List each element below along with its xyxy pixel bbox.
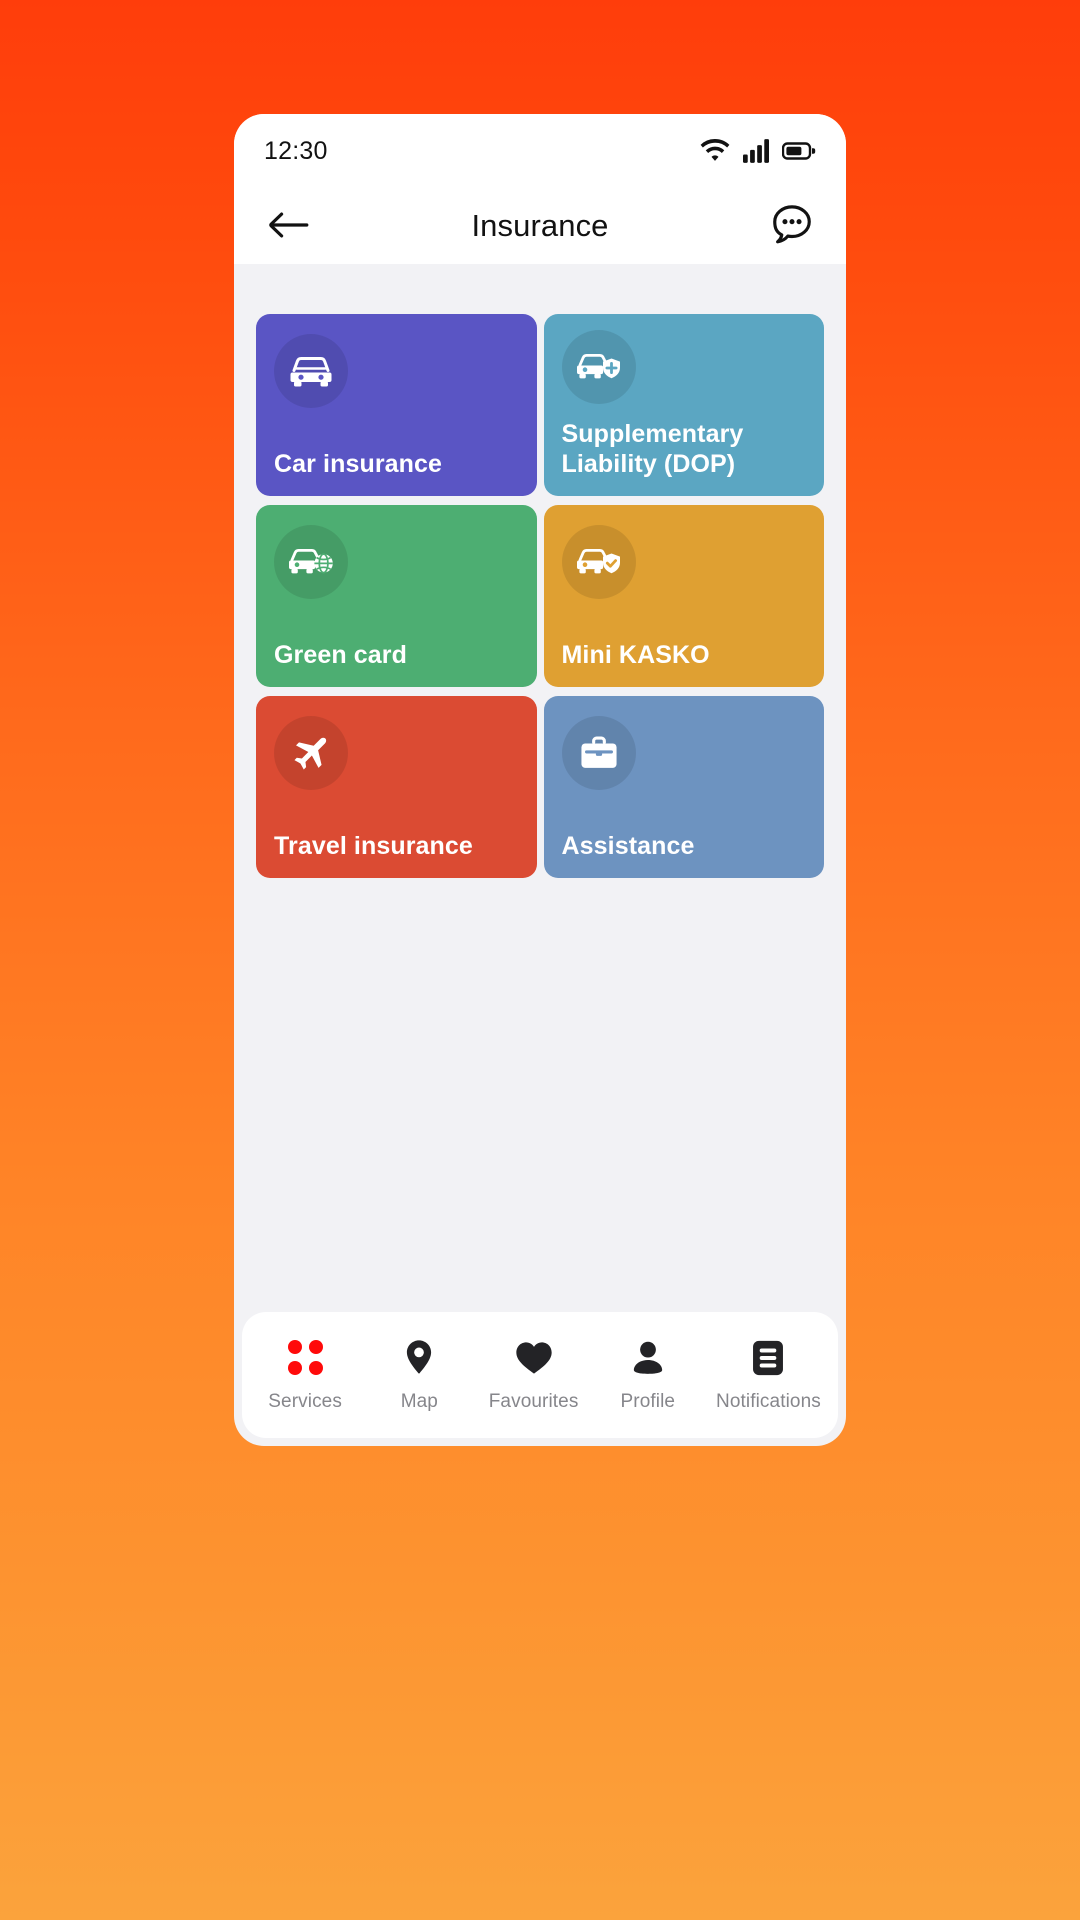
service-card-label: Travel insurance [274,831,473,860]
status-bar-icons [700,139,816,163]
cellular-signal-icon [743,139,769,163]
card-icon-wrap [274,525,348,599]
nav-item-label: Notifications [716,1390,821,1412]
card-icon-wrap [561,330,636,404]
service-card-green-card[interactable]: Green card [256,505,537,687]
service-card-label: Car insurance [274,449,443,478]
chat-button[interactable] [764,198,820,254]
page-title: Insurance [471,208,609,243]
grid-dots-icon [287,1338,323,1378]
service-card-label: Green card [274,640,408,669]
back-button[interactable] [260,198,316,254]
car-shield-plus-icon [576,350,621,384]
app-bar: Insurance [234,188,846,264]
service-card-travel-insurance[interactable]: Travel insurance [256,696,537,878]
car-globe-icon [289,545,333,579]
back-arrow-icon [267,210,309,243]
wifi-icon [700,139,730,163]
heart-icon [515,1338,553,1378]
services-grid: Car insurance Supplementary Liability (D… [256,314,824,878]
car-shield-check-icon [576,545,621,579]
service-card-car-insurance[interactable]: Car insurance [256,314,537,496]
nav-item-favourites[interactable]: Favourites [488,1338,580,1413]
map-pin-icon [404,1338,434,1378]
briefcase-icon [579,735,619,771]
service-card-label: Mini KASKO [561,640,710,669]
nav-item-services[interactable]: Services [259,1338,351,1413]
status-bar: 12:30 [234,114,846,188]
person-icon [632,1338,664,1378]
card-icon-wrap [561,525,636,599]
card-icon-wrap [561,716,636,790]
nav-item-notifications[interactable]: Notifications [716,1338,821,1413]
battery-icon [782,140,816,162]
card-icon-wrap [274,716,348,790]
airplane-icon [291,733,331,773]
chat-bubble-icon [769,202,815,251]
car-icon [290,354,332,388]
nav-item-label: Map [400,1390,438,1412]
service-card-supplementary-liability[interactable]: Supplementary Liability (DOP) [543,314,824,496]
card-icon-wrap [274,334,348,408]
phone-screen: 12:30 Insurance Car insurance Supplement… [234,114,846,1446]
status-bar-clock: 12:30 [264,136,328,165]
list-square-icon [751,1338,785,1378]
nav-item-label: Profile [620,1390,676,1412]
service-card-mini-kasko[interactable]: Mini KASKO [543,505,824,687]
nav-item-map[interactable]: Map [373,1338,465,1413]
content-area: Car insurance Supplementary Liability (D… [234,264,846,1312]
service-card-label: Assistance [561,831,695,860]
bottom-navigation-bar: Services Map Favourites Profile Notifica… [242,1312,838,1438]
service-card-label: Supplementary Liability (DOP) [561,420,744,478]
service-card-assistance[interactable]: Assistance [543,696,824,878]
nav-item-profile[interactable]: Profile [602,1338,694,1413]
nav-item-label: Favourites [488,1390,579,1412]
nav-item-label: Services [268,1390,342,1412]
